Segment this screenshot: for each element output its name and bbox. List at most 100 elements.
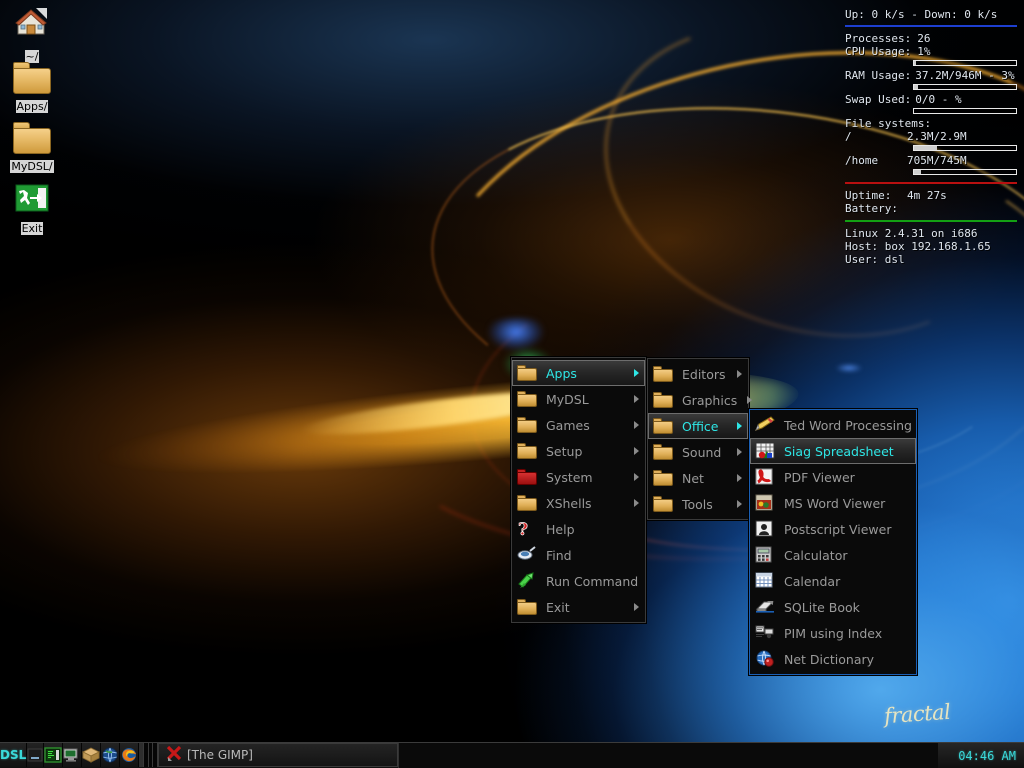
filesystem-mount: /home (845, 154, 907, 167)
launcher-globe[interactable] (101, 743, 120, 767)
filesystem-mount: / (845, 130, 907, 143)
folder-icon (653, 443, 675, 461)
menu-item-calendar[interactable]: Calendar (750, 568, 916, 594)
ram-usage-bar-fill (914, 85, 918, 89)
task-button-label: [The GIMP] (187, 748, 253, 762)
calendar-icon (755, 572, 777, 590)
task-button-gimp[interactable]: [The GIMP] (158, 743, 398, 767)
launcher-package[interactable] (82, 743, 101, 767)
menu-item-sqlite-book[interactable]: SQLite Book (750, 594, 916, 620)
launcher-monitor[interactable] (63, 743, 82, 767)
menu-item-label: System (546, 470, 624, 485)
menu-item-label: XShells (546, 496, 624, 511)
calculator-icon (755, 546, 777, 564)
submenu-arrow-icon (737, 474, 742, 482)
menu-item-label: Games (546, 418, 624, 433)
cpu-row: CPU Usage: 1% (845, 45, 1017, 58)
menu-item-xshells[interactable]: XShells (512, 490, 645, 516)
menu-item-label: Sound (682, 445, 727, 460)
menu-item-label: Ted Word Processing (784, 418, 912, 433)
menu-item-games[interactable]: Games (512, 412, 645, 438)
menu-item-net[interactable]: Net (648, 465, 748, 491)
menu-item-help[interactable]: ? Help (512, 516, 645, 542)
desktop-icon-exit[interactable]: Exit (4, 184, 60, 236)
net-dictionary-icon (755, 650, 777, 668)
filesystem-row: /home 705M/745M (845, 154, 1017, 167)
swap-usage-bar (913, 108, 1017, 114)
menu-item-exit[interactable]: Exit (512, 594, 645, 620)
desktop-icon-label: Apps/ (16, 100, 49, 113)
launcher-firefox[interactable] (120, 743, 139, 767)
desktop-icon-mydsl[interactable]: MyDSL/ (4, 122, 60, 174)
menu-item-ms-word-viewer[interactable]: MS Word Viewer (750, 490, 916, 516)
menu-item-system[interactable]: System (512, 464, 645, 490)
menu-item-sound[interactable]: Sound (648, 439, 748, 465)
folder-icon (13, 122, 51, 154)
menu-item-net-dictionary[interactable]: Net Dictionary (750, 646, 916, 672)
menu-item-tools[interactable]: Tools (648, 491, 748, 517)
divider-red (845, 182, 1017, 184)
filesystem-value: 2.3M/2.9M (907, 130, 967, 143)
desktop-icon-apps[interactable]: Apps/ (4, 62, 60, 114)
menu-item-graphics[interactable]: Graphics (648, 387, 748, 413)
root-menu[interactable]: Apps MyDSL Games Setup System XShells (511, 357, 646, 623)
processes-row: Processes: 26 (845, 32, 1017, 45)
start-button[interactable]: DSL (0, 743, 27, 767)
terminal-icon (44, 747, 62, 763)
menu-item-label: SQLite Book (784, 600, 910, 615)
menu-item-apps[interactable]: Apps (512, 360, 645, 386)
postscript-icon (755, 520, 777, 538)
swap-label: Swap Used: (845, 93, 911, 106)
menu-item-pim-using-index[interactable]: PIM using Index (750, 620, 916, 646)
submenu-arrow-icon (737, 500, 742, 508)
menu-item-label: Calendar (784, 574, 910, 589)
menu-item-postscript-viewer[interactable]: Postscript Viewer (750, 516, 916, 542)
menu-item-label: Net (682, 471, 727, 486)
menu-item-label: Help (546, 522, 639, 537)
menu-item-pdf-viewer[interactable]: PDF Viewer (750, 464, 916, 490)
submenu-arrow-icon (737, 370, 742, 378)
clock[interactable]: 04:46 AM (938, 743, 1024, 768)
msword-icon (755, 494, 777, 512)
folder-icon (653, 391, 675, 409)
desktop-icon-home[interactable]: ~/ (4, 6, 60, 64)
menu-item-editors[interactable]: Editors (648, 361, 748, 387)
ram-usage-bar (913, 84, 1017, 90)
office-submenu[interactable]: Ted Word Processing Siag Spreadsheet (749, 409, 917, 675)
taskbar[interactable]: DSL (0, 742, 1024, 768)
menu-item-label: Office (682, 419, 727, 434)
divider-green (845, 220, 1017, 222)
folder-icon (517, 598, 539, 616)
submenu-arrow-icon (634, 421, 639, 429)
menu-item-mydsl[interactable]: MyDSL (512, 386, 645, 412)
submenu-arrow-icon (737, 448, 742, 456)
menu-item-ted-word-processing[interactable]: Ted Word Processing (750, 412, 916, 438)
submenu-arrow-icon (747, 396, 752, 404)
wallpaper-arc-7 (564, 0, 1024, 388)
task-list[interactable]: [The GIMP] (158, 743, 938, 768)
menu-item-siag-spreadsheet[interactable]: Siag Spreadsheet (750, 438, 916, 464)
launcher-minimize-all[interactable] (27, 743, 44, 767)
menu-item-setup[interactable]: Setup (512, 438, 645, 464)
menu-item-calculator[interactable]: Calculator (750, 542, 916, 568)
folder-icon (13, 62, 51, 94)
menu-item-label: Tools (682, 497, 727, 512)
user-info: User: dsl (845, 253, 1017, 266)
menu-item-find[interactable]: Find (512, 542, 645, 568)
filesystem-root-bar (913, 145, 1017, 151)
cpu-value: 1% (917, 45, 1017, 58)
siag-grid-icon (755, 442, 777, 460)
apps-submenu[interactable]: Editors Graphics Office Sound Net Tools (647, 358, 749, 520)
battery-label: Battery: (845, 202, 907, 215)
menu-item-label: MyDSL (546, 392, 624, 407)
menu-item-office[interactable]: Office (648, 413, 748, 439)
battery-row: Battery: (845, 202, 1017, 215)
task-list-empty-area (398, 743, 938, 768)
launcher-terminal[interactable] (44, 743, 63, 767)
menu-item-run-command[interactable]: Run Command (512, 568, 645, 594)
filesystem-root-bar-fill (914, 146, 937, 150)
menu-item-label: Apps (546, 366, 624, 381)
desktop-screen: ~/ Apps/ MyDSL/ Exit Up: 0 k/s - Down: 0… (0, 0, 1024, 768)
menu-item-label: PDF Viewer (784, 470, 910, 485)
find-magnify-icon (517, 546, 539, 564)
